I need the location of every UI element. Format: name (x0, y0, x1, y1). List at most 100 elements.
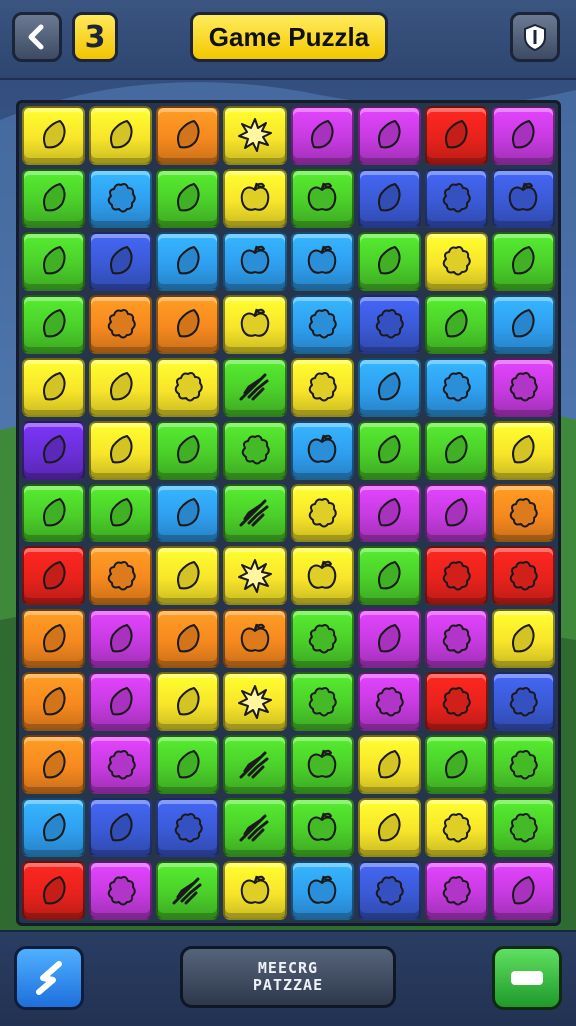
back-button[interactable] (12, 12, 62, 62)
board-tile[interactable] (223, 357, 287, 417)
board-tile[interactable] (491, 231, 555, 291)
board-tile[interactable] (22, 357, 86, 417)
board-tile[interactable] (89, 672, 153, 732)
board-tile[interactable] (156, 294, 220, 354)
board-tile[interactable] (290, 168, 354, 228)
board-tile[interactable] (491, 861, 555, 920)
board-tile[interactable] (424, 483, 488, 543)
board-tile[interactable] (223, 672, 287, 732)
board-tile[interactable] (424, 231, 488, 291)
board-tile[interactable] (156, 861, 220, 920)
board-tile[interactable] (156, 546, 220, 606)
board-tile[interactable] (290, 231, 354, 291)
board-tile[interactable] (290, 735, 354, 795)
board-tile[interactable] (89, 106, 153, 165)
board-tile[interactable] (491, 609, 555, 669)
board-tile[interactable] (89, 483, 153, 543)
board-tile[interactable] (491, 483, 555, 543)
board-tile[interactable] (491, 294, 555, 354)
board-tile[interactable] (357, 168, 421, 228)
board-tile[interactable] (357, 106, 421, 165)
board-tile[interactable] (357, 294, 421, 354)
board-tile[interactable] (89, 735, 153, 795)
board-tile[interactable] (357, 735, 421, 795)
board-tile[interactable] (290, 609, 354, 669)
board-tile[interactable] (156, 168, 220, 228)
board-tile[interactable] (22, 735, 86, 795)
board-tile[interactable] (89, 357, 153, 417)
board-tile[interactable] (424, 609, 488, 669)
board-tile[interactable] (223, 546, 287, 606)
board-tile[interactable] (424, 735, 488, 795)
board-tile[interactable] (22, 231, 86, 291)
board-tile[interactable] (290, 483, 354, 543)
board-tile[interactable] (223, 106, 287, 165)
board-tile[interactable] (22, 294, 86, 354)
board-tile[interactable] (223, 294, 287, 354)
board-tile[interactable] (491, 357, 555, 417)
board-tile[interactable] (223, 483, 287, 543)
board-tile[interactable] (89, 798, 153, 858)
level-badge[interactable]: 3 (72, 12, 118, 62)
confirm-button[interactable] (492, 946, 562, 1010)
board-tile[interactable] (290, 106, 354, 165)
board-tile[interactable] (223, 168, 287, 228)
undo-button[interactable] (14, 946, 84, 1010)
board-tile[interactable] (223, 420, 287, 480)
board-tile[interactable] (357, 420, 421, 480)
board-tile[interactable] (223, 231, 287, 291)
board-tile[interactable] (22, 483, 86, 543)
pause-button[interactable] (510, 12, 560, 62)
board-tile[interactable] (491, 106, 555, 165)
board-tile[interactable] (357, 672, 421, 732)
board-tile[interactable] (357, 609, 421, 669)
board-tile[interactable] (156, 609, 220, 669)
mode-button[interactable]: MEECRG PATZZAE (180, 946, 396, 1008)
board-tile[interactable] (156, 798, 220, 858)
board-tile[interactable] (89, 861, 153, 920)
board-tile[interactable] (357, 483, 421, 543)
board-tile[interactable] (156, 735, 220, 795)
board-tile[interactable] (290, 861, 354, 920)
board-tile[interactable] (491, 546, 555, 606)
board-tile[interactable] (491, 735, 555, 795)
board-tile[interactable] (89, 546, 153, 606)
board-tile[interactable] (22, 609, 86, 669)
board-tile[interactable] (22, 420, 86, 480)
board-tile[interactable] (22, 672, 86, 732)
board-tile[interactable] (357, 861, 421, 920)
board-tile[interactable] (223, 609, 287, 669)
board-tile[interactable] (156, 483, 220, 543)
board-tile[interactable] (357, 798, 421, 858)
board-tile[interactable] (156, 231, 220, 291)
board-tile[interactable] (491, 420, 555, 480)
board-tile[interactable] (156, 420, 220, 480)
board-tile[interactable] (424, 798, 488, 858)
board-tile[interactable] (89, 420, 153, 480)
board-tile[interactable] (424, 420, 488, 480)
board-tile[interactable] (357, 357, 421, 417)
board-tile[interactable] (89, 609, 153, 669)
board-tile[interactable] (223, 861, 287, 920)
board-tile[interactable] (89, 168, 153, 228)
board-tile[interactable] (424, 672, 488, 732)
board-tile[interactable] (22, 798, 86, 858)
board-tile[interactable] (156, 672, 220, 732)
board-tile[interactable] (424, 168, 488, 228)
board-tile[interactable] (89, 294, 153, 354)
board-tile[interactable] (424, 294, 488, 354)
board-tile[interactable] (290, 672, 354, 732)
board-tile[interactable] (424, 546, 488, 606)
board-tile[interactable] (491, 798, 555, 858)
board-tile[interactable] (357, 231, 421, 291)
board-tile[interactable] (156, 106, 220, 165)
board-tile[interactable] (357, 546, 421, 606)
board-tile[interactable] (290, 546, 354, 606)
board-tile[interactable] (22, 861, 86, 920)
board-tile[interactable] (491, 168, 555, 228)
board-tile[interactable] (424, 106, 488, 165)
board-tile[interactable] (290, 357, 354, 417)
board-tile[interactable] (223, 735, 287, 795)
board-tile[interactable] (156, 357, 220, 417)
board-tile[interactable] (22, 168, 86, 228)
